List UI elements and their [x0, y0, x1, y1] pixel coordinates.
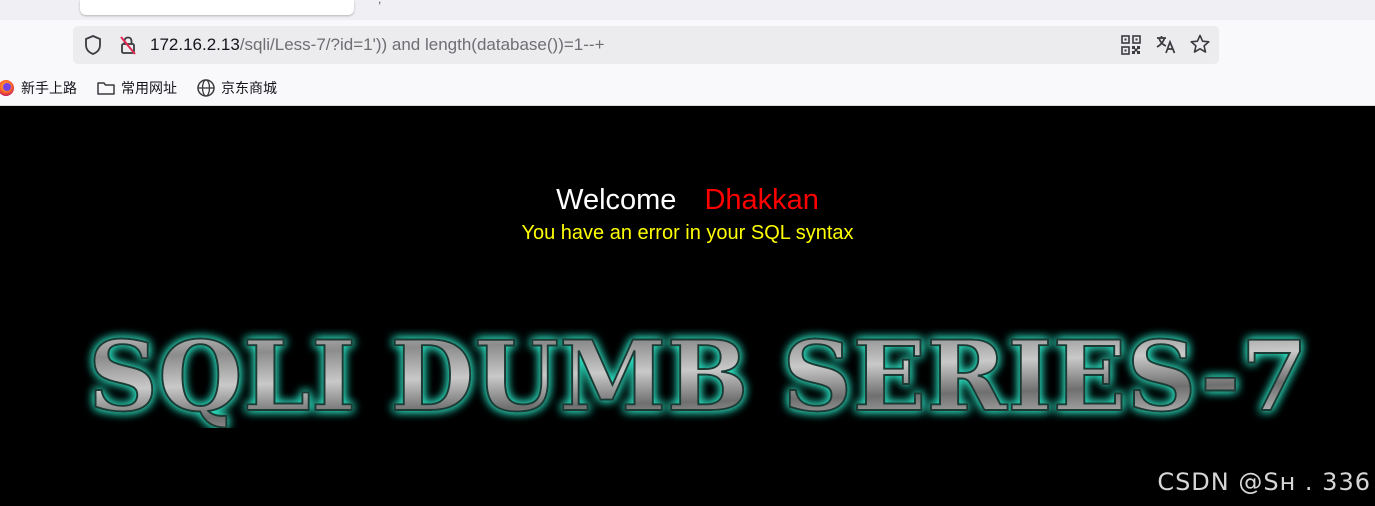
- shield-icon[interactable]: [83, 34, 103, 56]
- tab-strip: ,: [0, 0, 1375, 20]
- tab-fragment: ,: [378, 0, 381, 6]
- bookmark-label: 新手上路: [21, 80, 77, 96]
- series-banner: SQLI DUMB SERIES-7: [87, 319, 1309, 428]
- url-path: /sqli/Less-7/?id=1')) and length(databas…: [239, 35, 605, 54]
- bookmark-item-new-user[interactable]: 新手上路: [0, 78, 77, 98]
- error-message: You have an error in your SQL syntax: [521, 222, 854, 244]
- bookmark-item-jd[interactable]: 京东商城: [196, 78, 277, 98]
- bookmark-label: 京东商城: [221, 80, 277, 96]
- globe-icon: [197, 79, 215, 97]
- qr-code-icon[interactable]: [1121, 35, 1141, 55]
- bookmark-item-common-sites[interactable]: 常用网址: [96, 78, 177, 98]
- welcome-line: Welcome Dhakkan: [0, 182, 1375, 218]
- bookmark-label: 常用网址: [121, 80, 177, 96]
- bookmark-star-icon[interactable]: [1189, 33, 1211, 55]
- page-content: [0, 106, 1375, 506]
- url-text[interactable]: 172.16.2.13/sqli/Less-7/?id=1')) and len…: [150, 35, 605, 55]
- active-tab[interactable]: [80, 0, 354, 15]
- translate-icon[interactable]: [1155, 33, 1177, 55]
- banner-text: SQLI DUMB SERIES-7: [88, 320, 1308, 428]
- csdn-watermark: CSDN @Sʜ . 336: [1157, 468, 1371, 496]
- firefox-icon: [0, 80, 14, 96]
- welcome-name: Dhakkan: [704, 184, 819, 216]
- folder-icon: [97, 82, 115, 95]
- insecure-lock-icon[interactable]: [118, 34, 138, 56]
- url-host: 172.16.2.13: [150, 35, 240, 54]
- welcome-label: Welcome: [556, 184, 677, 216]
